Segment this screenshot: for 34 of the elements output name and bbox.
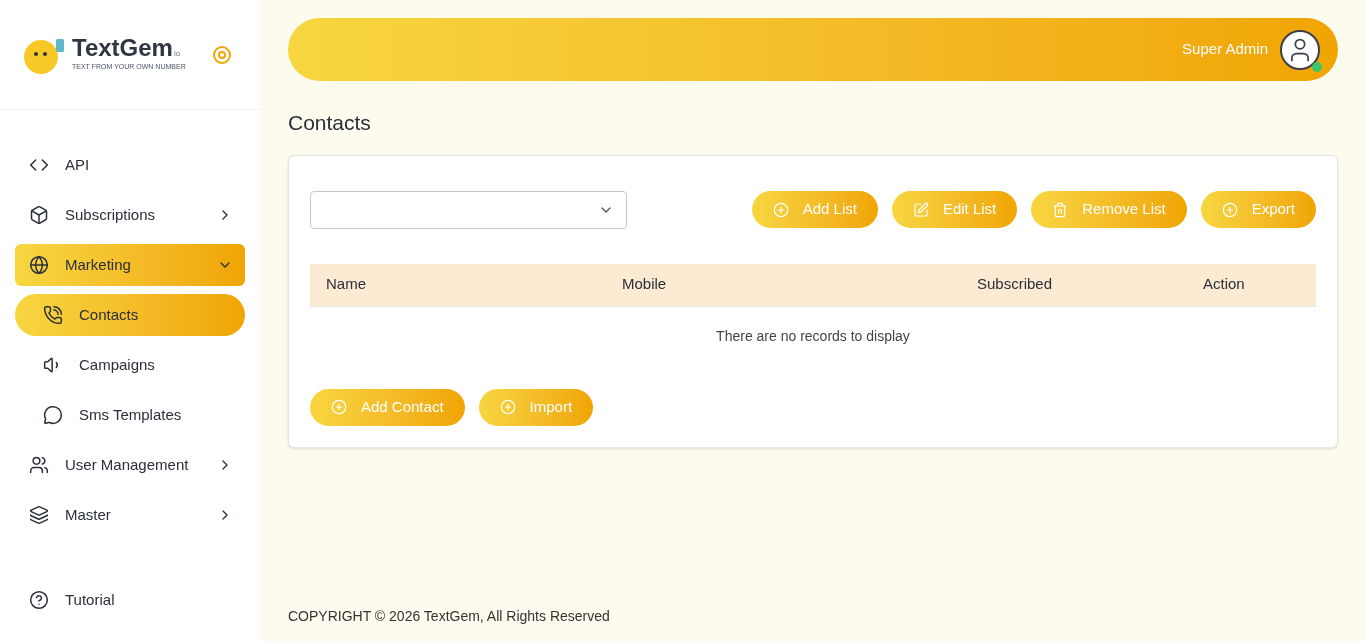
list-select[interactable] [310, 190, 627, 229]
edit-icon [912, 201, 929, 218]
sidebar-item[interactable]: Contacts [15, 294, 245, 336]
column-header: Name [325, 274, 367, 295]
users-icon [29, 455, 49, 475]
plus-circle-icon [499, 399, 516, 415]
column-header: Action [1203, 274, 1246, 295]
globe-icon [29, 255, 49, 275]
logo-suffix: io [173, 48, 181, 61]
column-header: Subscribed [977, 274, 1054, 295]
sidebar-item[interactable]: Tutorial [15, 579, 245, 621]
chat-icon [43, 405, 63, 425]
sidebar-item[interactable]: Campaigns [15, 344, 245, 386]
target-icon[interactable] [212, 44, 232, 65]
sidebar-item[interactable]: API [15, 144, 245, 186]
plus-circle-icon [331, 399, 347, 415]
avatar[interactable] [1280, 29, 1320, 70]
sidebar-item[interactable]: Sms Templates [15, 394, 245, 436]
sidebar-item[interactable]: User Management [15, 444, 245, 486]
help-icon [29, 590, 49, 610]
copyright-text: COPYRIGHT © 2026 TextGem, All Rights Reserved [288, 608, 610, 624]
column-header: Mobile [622, 274, 668, 295]
page-title: Contacts [288, 110, 372, 136]
empty-message: There are no records to display [716, 327, 910, 346]
sidebar-item[interactable]: Subscriptions [15, 194, 245, 236]
layers-icon [29, 505, 49, 525]
sidebar-item[interactable]: Marketing [15, 244, 245, 286]
logo-name: TextGem [72, 36, 173, 61]
phone-icon [43, 305, 63, 325]
plus-circle-icon [772, 201, 789, 218]
trash-icon [1052, 201, 1069, 218]
plus-circle-icon [1221, 201, 1238, 218]
sidebar-item[interactable]: Master [15, 494, 245, 536]
box-icon [29, 205, 49, 225]
